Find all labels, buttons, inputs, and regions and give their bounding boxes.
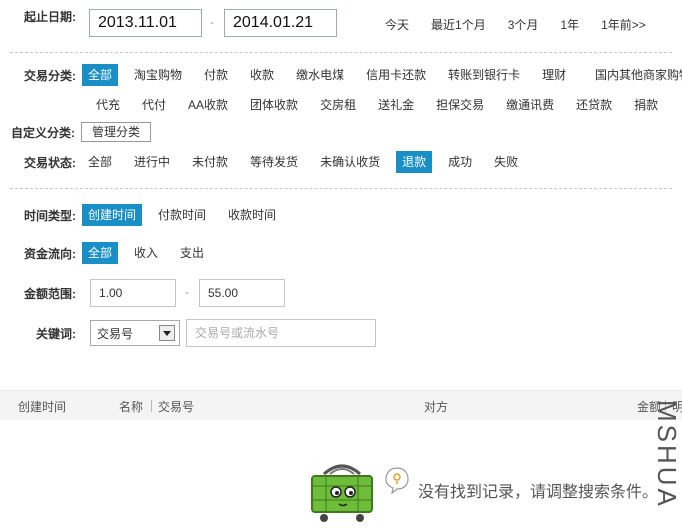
category-option[interactable]: 缴水电煤 (290, 64, 350, 86)
fund-flow-option-all[interactable]: 全部 (82, 242, 119, 264)
category-row-2: 代充 代付 AA收款 团体收款 交房租 送礼金 担保交易 缴通讯费 还贷款 捐款 (90, 94, 664, 116)
category-option[interactable]: 转账到银行卡 (442, 64, 526, 86)
keyword-type-select[interactable]: 交易号 (90, 320, 180, 346)
quick-today[interactable]: 今天 (385, 16, 409, 33)
divider-2 (10, 188, 672, 189)
divider-1 (10, 52, 672, 53)
watermark: MSHUA (646, 400, 682, 528)
status-option[interactable]: 全部 (82, 151, 118, 173)
category-overflow-clip: 国内其他商家购物 (589, 64, 682, 86)
date-range-row: 起止日期: (24, 8, 76, 25)
category-option-all[interactable]: 全部 (82, 64, 119, 86)
date-separator: - (210, 15, 214, 29)
column-created-time[interactable]: 创建时间 (18, 398, 66, 415)
category-option[interactable]: 团体收款 (244, 94, 304, 116)
time-type-option-created[interactable]: 创建时间 (82, 204, 143, 226)
column-separator (151, 400, 152, 412)
status-option[interactable]: 未付款 (186, 151, 234, 173)
amount-min-input[interactable]: 1.00 (90, 279, 176, 307)
fund-flow-option[interactable]: 支出 (174, 242, 210, 264)
fund-flow-row: 资金流向: 全部 收入 支出 (24, 242, 210, 264)
category-option[interactable]: 代付 (136, 94, 172, 116)
status-option[interactable]: 失败 (488, 151, 524, 173)
amount-label: 金额范围: (24, 287, 76, 301)
date-range-label: 起止日期: (24, 10, 76, 24)
amount-max-input[interactable]: 55.00 (199, 279, 285, 307)
keyword-label: 关键词: (36, 327, 76, 341)
category-option[interactable]: 收款 (244, 64, 280, 86)
empty-state-message: 没有找到记录，请调整搜索条件。 (418, 484, 659, 501)
category-option[interactable]: 理财 (536, 64, 572, 86)
chevron-down-icon[interactable] (159, 325, 175, 341)
category-option[interactable]: 交房租 (314, 94, 362, 116)
speech-bubble-icon (384, 466, 410, 495)
status-row: 交易状态: 全部 进行中 未付款 等待发货 未确认收货 退款 成功 失败 (24, 151, 524, 173)
column-name[interactable]: 名称 (119, 398, 143, 415)
category-option[interactable]: 还贷款 (570, 94, 618, 116)
category-option[interactable]: 缴通讯费 (500, 94, 560, 116)
status-option-refund[interactable]: 退款 (396, 151, 433, 173)
category-option[interactable]: 担保交易 (430, 94, 490, 116)
category-option[interactable]: 国内其他商家购物 (589, 68, 682, 82)
status-option[interactable]: 未确认收货 (314, 151, 386, 173)
time-type-option[interactable]: 收款时间 (222, 204, 282, 226)
quick-before-1-year[interactable]: 1年前>> (601, 16, 646, 33)
status-option[interactable]: 等待发货 (244, 151, 304, 173)
custom-category-row: 自定义分类: 管理分类 (11, 122, 152, 142)
empty-basket-illustration (306, 460, 378, 524)
category-option[interactable]: 代充 (90, 94, 126, 116)
time-type-option[interactable]: 付款时间 (152, 204, 212, 226)
watermark-text: MSHUA (652, 400, 682, 509)
category-option[interactable]: 送礼金 (372, 94, 420, 116)
quick-date-links: 今天 最近1个月 3个月 1年 1年前>> (385, 16, 646, 33)
fund-flow-label: 资金流向: (24, 246, 76, 261)
amount-separator: - (185, 285, 189, 299)
results-table-header: 创建时间 名称 交易号 对方 金额 明 (0, 390, 682, 420)
status-option[interactable]: 进行中 (128, 151, 176, 173)
status-label: 交易状态: (24, 155, 76, 170)
category-option[interactable]: 信用卡还款 (360, 64, 432, 86)
category-option[interactable]: 付款 (198, 64, 234, 86)
category-option[interactable]: 淘宝购物 (128, 64, 188, 86)
start-date-input[interactable]: 2013.11.01 (89, 9, 202, 37)
custom-category-label: 自定义分类: (11, 125, 75, 140)
time-type-row: 时间类型: 创建时间 付款时间 收款时间 (24, 204, 282, 226)
column-trade-no[interactable]: 交易号 (158, 398, 194, 415)
category-row-1: 交易分类: 全部 淘宝购物 付款 收款 缴水电煤 信用卡还款 转账到银行卡 理财 (24, 64, 582, 86)
quick-3-months[interactable]: 3个月 (508, 16, 539, 33)
quick-1-year[interactable]: 1年 (560, 16, 579, 33)
category-label: 交易分类: (24, 68, 76, 83)
quick-1-month[interactable]: 最近1个月 (431, 16, 486, 33)
category-option[interactable]: 捐款 (628, 94, 664, 116)
fund-flow-option[interactable]: 收入 (128, 242, 164, 264)
keyword-input[interactable]: 交易号或流水号 (186, 319, 376, 347)
time-type-label: 时间类型: (24, 208, 76, 223)
column-counterparty[interactable]: 对方 (424, 398, 448, 415)
keyword-placeholder: 交易号或流水号 (195, 326, 280, 340)
manage-category-button[interactable]: 管理分类 (81, 122, 152, 142)
end-date-input[interactable]: 2014.01.21 (224, 9, 337, 37)
keyword-type-value: 交易号 (97, 326, 134, 341)
status-option[interactable]: 成功 (442, 151, 478, 173)
category-option[interactable]: AA收款 (182, 94, 234, 116)
